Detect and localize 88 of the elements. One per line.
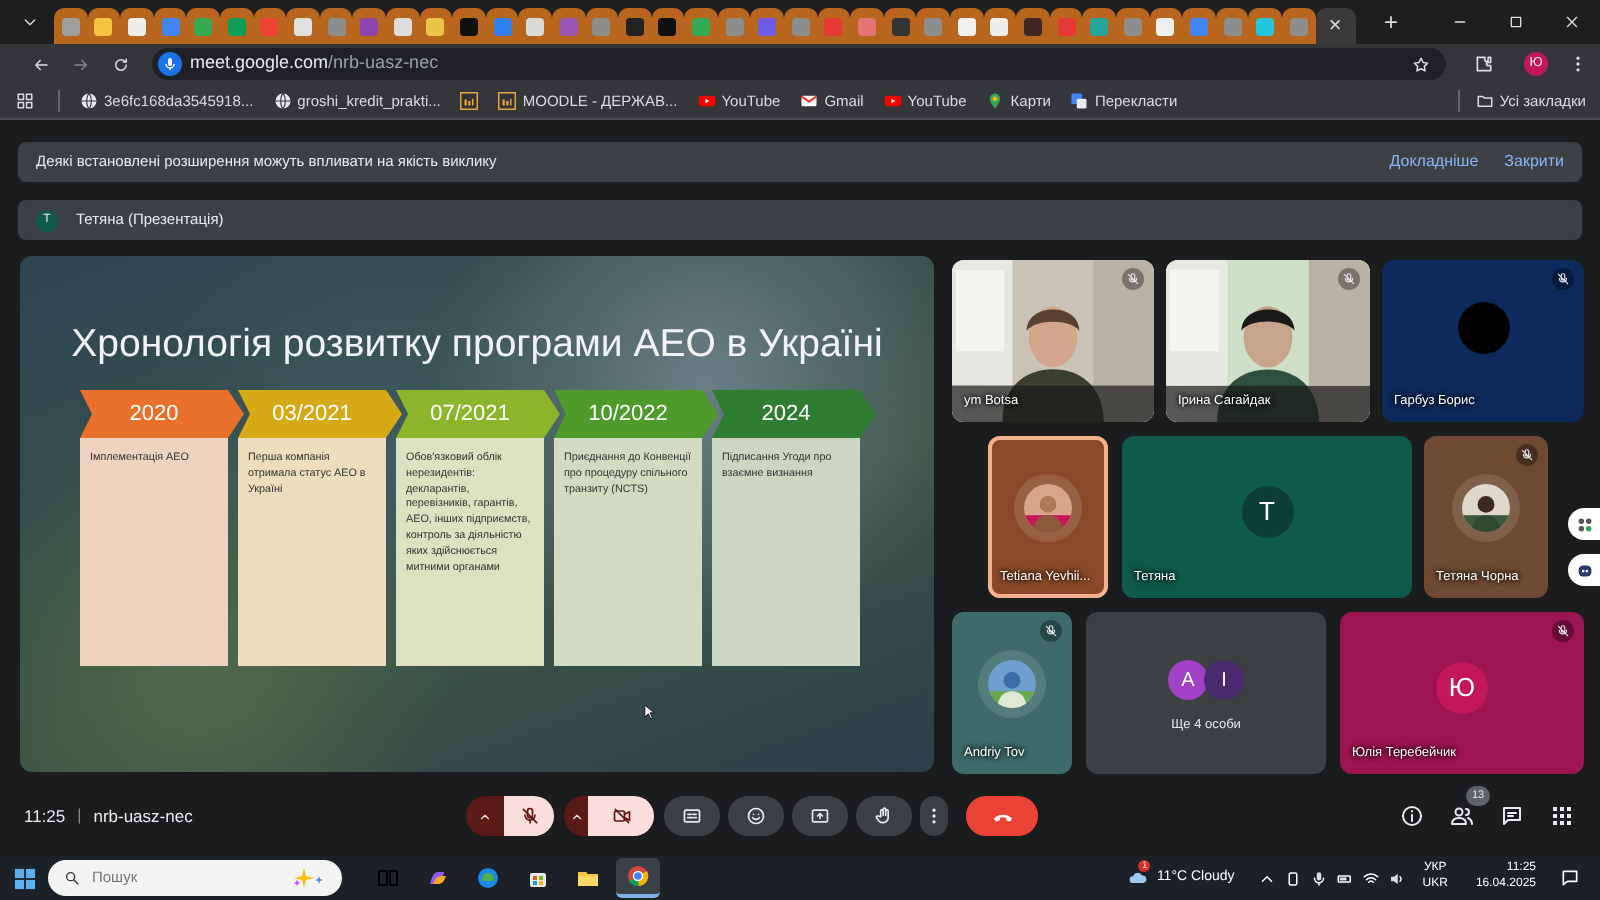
wifi-icon[interactable] bbox=[1362, 869, 1381, 887]
site-info-icon[interactable] bbox=[158, 52, 182, 76]
url-text: meet.google.com/nrb-uasz-nec bbox=[190, 50, 439, 77]
people-icon[interactable] bbox=[1450, 804, 1474, 828]
timeline-year: 2024 bbox=[712, 390, 876, 438]
captions-button[interactable] bbox=[664, 796, 721, 836]
meeting-time: 11:25 bbox=[24, 803, 66, 829]
emoji-icon bbox=[746, 806, 767, 826]
avatar-letter: A bbox=[1168, 660, 1208, 700]
edge-icon bbox=[476, 866, 500, 890]
task-view-icon bbox=[376, 866, 400, 890]
search-icon bbox=[64, 870, 80, 886]
globe-icon bbox=[273, 92, 292, 110]
address-field[interactable]: meet.google.com/nrb-uasz-nec bbox=[152, 48, 1446, 80]
timeline-year: 2020 bbox=[80, 390, 244, 438]
device-icon[interactable] bbox=[1284, 869, 1303, 887]
raise-hand-button[interactable] bbox=[856, 796, 913, 836]
present-screen-icon bbox=[810, 806, 831, 826]
gmail-icon bbox=[800, 92, 819, 110]
translate-icon bbox=[1070, 92, 1089, 110]
new-tab-button[interactable]: + bbox=[1371, 10, 1412, 34]
maximize-icon[interactable] bbox=[1508, 14, 1524, 30]
chevron-down-icon bbox=[22, 14, 38, 30]
avatar-letter: Ю bbox=[1436, 661, 1488, 713]
meeting-info-icon[interactable] bbox=[1400, 804, 1424, 828]
avatar-letter: I bbox=[1204, 660, 1244, 700]
captions-icon bbox=[682, 806, 703, 826]
meeting-code: nrb-uasz-nec bbox=[93, 803, 193, 829]
active-tab[interactable]: × bbox=[1315, 8, 1356, 44]
apps-grid-icon[interactable] bbox=[16, 92, 34, 110]
activities-icon[interactable] bbox=[1550, 804, 1574, 828]
battery-icon[interactable] bbox=[1336, 869, 1355, 887]
microphone-off-icon bbox=[519, 806, 540, 826]
youtube-icon bbox=[697, 92, 716, 110]
assistant-float-button[interactable] bbox=[1568, 554, 1600, 586]
forward-icon[interactable] bbox=[72, 55, 90, 73]
apps-float-button[interactable] bbox=[1568, 508, 1600, 540]
browser-tab[interactable] bbox=[950, 8, 984, 44]
banner-link[interactable]: Закрити bbox=[1504, 150, 1564, 174]
browser-tab[interactable] bbox=[1248, 8, 1282, 44]
sparkle-icon bbox=[290, 868, 326, 888]
browser-tab[interactable] bbox=[54, 8, 88, 44]
extensions-icon[interactable] bbox=[1474, 54, 1494, 74]
notifications-icon[interactable] bbox=[1560, 868, 1580, 888]
microphone-off-button[interactable] bbox=[504, 796, 555, 836]
browser-tab[interactable] bbox=[385, 8, 420, 44]
timeline-year: 03/2021 bbox=[238, 390, 402, 438]
camera-off-icon bbox=[611, 806, 632, 826]
options-caret-button[interactable] bbox=[466, 796, 505, 836]
folder-icon bbox=[576, 866, 600, 890]
moodle-icon bbox=[498, 92, 517, 110]
map-pin-icon bbox=[986, 92, 1005, 110]
more-options-button[interactable] bbox=[920, 796, 949, 836]
cursor-icon bbox=[644, 704, 656, 720]
bookmark-star-icon[interactable] bbox=[1412, 55, 1430, 73]
taskbar-app-button[interactable] bbox=[616, 858, 660, 898]
timeline-year: 10/2022 bbox=[554, 390, 718, 438]
reload-icon[interactable] bbox=[112, 55, 130, 73]
options-caret-button[interactable] bbox=[564, 796, 589, 836]
timeline-year: 07/2021 bbox=[396, 390, 560, 438]
moodle-icon bbox=[460, 92, 479, 110]
caret-up-icon bbox=[569, 809, 584, 823]
camera-off-button[interactable] bbox=[588, 796, 655, 836]
avatar-letter: T bbox=[1241, 485, 1293, 537]
emoji-button[interactable] bbox=[728, 796, 785, 836]
windows-start-icon[interactable] bbox=[14, 867, 36, 889]
copilot-icon bbox=[426, 866, 450, 890]
back-icon[interactable] bbox=[32, 55, 50, 73]
close-icon[interactable] bbox=[1564, 14, 1580, 30]
volume-icon[interactable] bbox=[1388, 869, 1407, 887]
avatar-icon bbox=[1457, 301, 1509, 353]
globe-icon bbox=[80, 92, 98, 110]
bookmark[interactable] bbox=[460, 92, 479, 110]
caret-up-icon bbox=[478, 809, 493, 823]
youtube-icon bbox=[883, 92, 902, 110]
apps-float-icon bbox=[1573, 513, 1595, 535]
folder-icon bbox=[1475, 92, 1494, 110]
leave-call-button[interactable] bbox=[966, 796, 1039, 836]
cloud-icon[interactable] bbox=[1126, 868, 1151, 888]
banner-link[interactable]: Докладніше bbox=[1389, 150, 1479, 174]
raise-hand-icon bbox=[874, 806, 895, 826]
chat-icon[interactable] bbox=[1500, 804, 1524, 828]
microphone-icon[interactable] bbox=[1310, 869, 1329, 887]
slide-title: Хронологія розвитку програми АЕО в Україні bbox=[69, 320, 885, 370]
present-screen-button[interactable] bbox=[792, 796, 849, 836]
browser-tab[interactable] bbox=[518, 8, 552, 44]
separator-text: | bbox=[77, 804, 82, 828]
chrome-icon bbox=[626, 864, 650, 888]
